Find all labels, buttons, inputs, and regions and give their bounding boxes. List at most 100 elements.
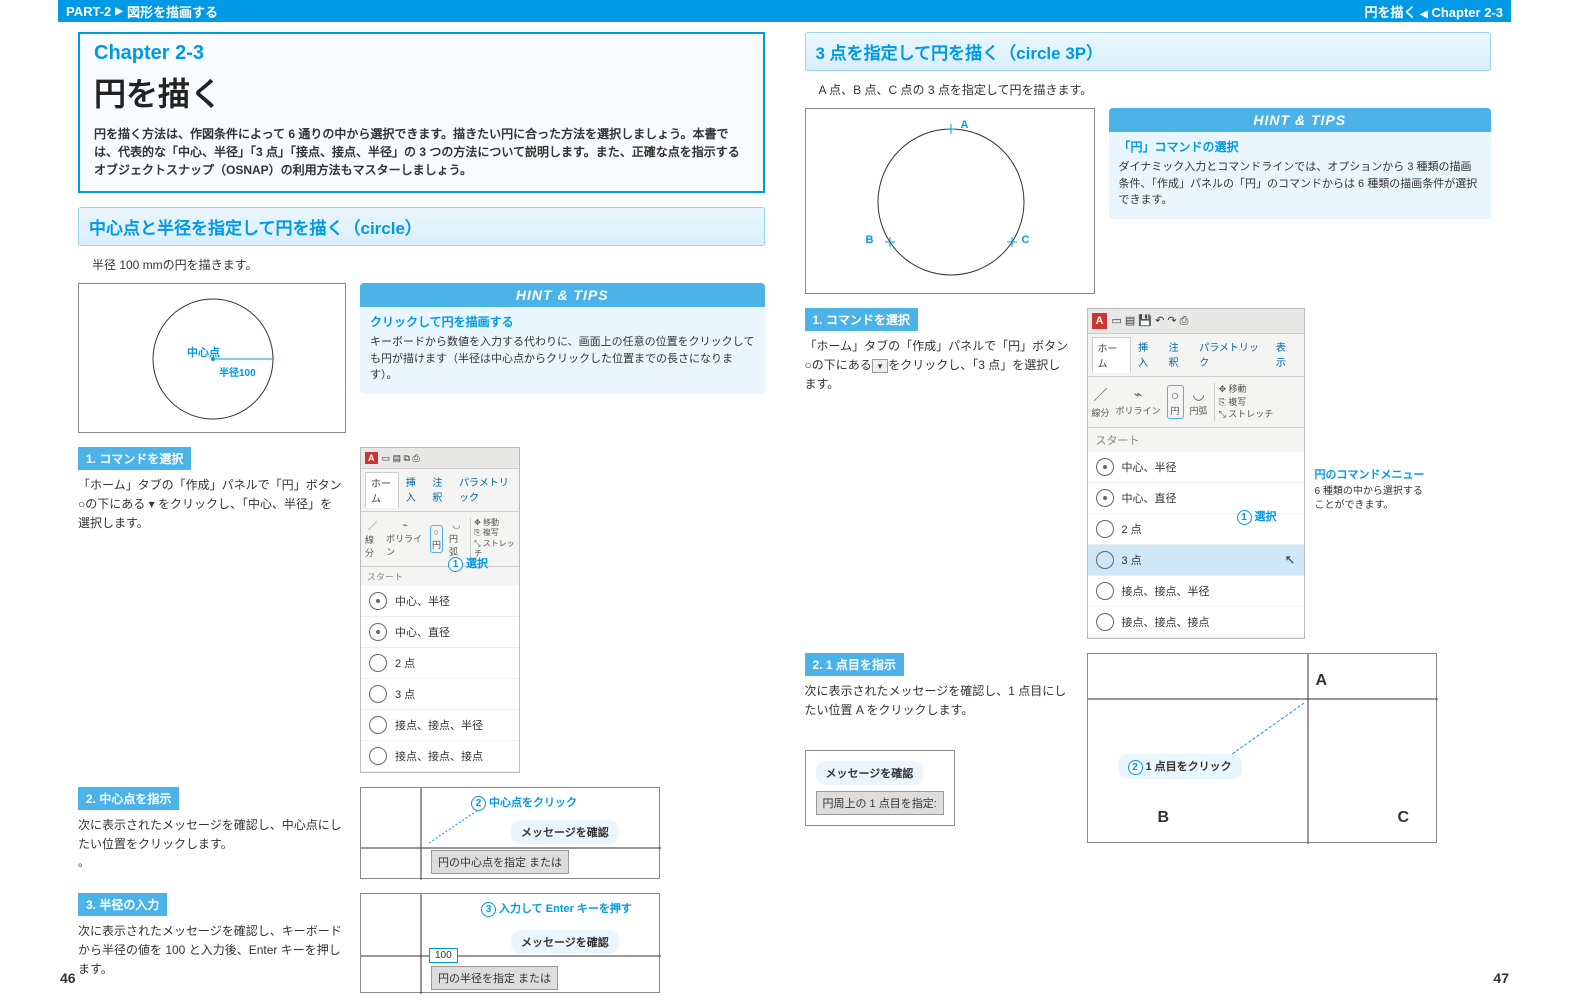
tab-home[interactable]: ホーム <box>1092 337 1132 373</box>
page-number-left: 46 <box>60 970 76 986</box>
msg-confirm-label: メッセージを確認 <box>816 761 924 785</box>
pt-c: C <box>1022 234 1030 246</box>
hint-box-1: HINT & TIPS クリックして円を描画する キーボードから数値を入力する代… <box>360 283 765 394</box>
menu-item-2point[interactable]: 2 点 <box>361 648 519 679</box>
header-subject: 円を描く <box>1365 5 1417 20</box>
page-number-right: 47 <box>1493 970 1509 986</box>
prompt-center: 円の中心点を指定 または <box>431 850 569 874</box>
section1-header: 中心点と半径を指定して円を描く（circle） <box>78 207 765 246</box>
tool-line[interactable]: 線分 <box>1092 406 1110 419</box>
menu-item-ttt[interactable]: 接点、接点、接点 <box>1088 607 1304 638</box>
triangle-left-icon: ◀ <box>1420 9 1428 20</box>
tab-insert[interactable]: 挿入 <box>1133 337 1162 373</box>
menu-item-ttr[interactable]: 接点、接点、半径 <box>1088 576 1304 607</box>
tab-home[interactable]: ホーム <box>365 472 399 508</box>
chapter-title: 円を描く <box>80 67 763 125</box>
hint-title: クリックして円を描画する <box>360 307 765 332</box>
chapter-desc: 円を描く方法は、作図条件によって 6 通りの中から選択できます。描きたい円に合っ… <box>80 125 763 191</box>
chapter-label: Chapter 2-3 <box>80 34 763 67</box>
app-icon: A <box>1092 313 1108 329</box>
step1-bar: 1. コマンドを選択 <box>78 447 191 470</box>
figure-3p-click: A B C 21 点目をクリック <box>1087 653 1437 843</box>
anno-msg-confirm-3: メッセージを確認 <box>511 930 619 954</box>
start-tab[interactable]: スタート <box>1088 428 1304 452</box>
part-title: 図形を描画する <box>127 2 218 21</box>
menu-item-center-radius[interactable]: 中心、半径 <box>1088 452 1304 483</box>
tab-insert[interactable]: 挿入 <box>401 472 426 508</box>
triangle-right-icon: ▶ <box>115 6 123 17</box>
tool-copy[interactable]: 複写 <box>483 528 499 537</box>
tool-move[interactable]: 移動 <box>1229 384 1247 394</box>
step1r-bar: 1. コマンドを選択 <box>805 308 918 331</box>
hint-header-2: HINT & TIPS <box>1109 108 1492 132</box>
tab-annotate[interactable]: 注釈 <box>427 472 452 508</box>
hint-header: HINT & TIPS <box>360 283 765 307</box>
anno-msg-confirm: メッセージを確認 <box>511 820 619 844</box>
step3-bar: 3. 半径の入力 <box>78 893 167 916</box>
menu-item-3point[interactable]: 3 点 <box>361 679 519 710</box>
anno-click-center: 2中心点をクリック <box>471 794 577 811</box>
step2-bar: 2. 中心点を指示 <box>78 787 179 810</box>
input-value-100[interactable]: 100 <box>429 948 458 963</box>
figure-label-center: 中心点 <box>187 344 220 360</box>
step2r-body: 次に表示されたメッセージを確認し、1 点目にしたい位置 A をクリックします。 <box>805 682 1073 720</box>
step1r-body: 「ホーム」タブの「作成」パネルで「円」ボタン○の下にある▾をクリックし、「3 点… <box>805 337 1073 395</box>
tool-polyline[interactable]: ポリライン <box>386 532 424 558</box>
tool-polyline[interactable]: ポリライン <box>1116 404 1161 417</box>
anno-select-1: 1選択 <box>448 555 488 572</box>
start-tab[interactable]: スタート <box>361 567 519 586</box>
left-page: Chapter 2-3 円を描く 円を描く方法は、作図条件によって 6 通りの中… <box>58 32 785 1007</box>
hint-body: キーボードから数値を入力する代わりに、画面上の任意の位置をクリックしても円が描け… <box>360 332 765 394</box>
fig-pt-b: B <box>1158 809 1170 827</box>
prompt-radius: 円の半径を指定 または <box>431 966 558 990</box>
tab-param[interactable]: パラメトリック <box>1194 337 1269 373</box>
menu-item-ttr[interactable]: 接点、接点、半径 <box>361 710 519 741</box>
anno-click-first: 21 点目をクリック <box>1118 754 1242 779</box>
step1-body: 「ホーム」タブの「作成」パネルで「円」ボタン○の下にある ▾ をクリックし、「中… <box>78 476 346 534</box>
side-anno-title: 円のコマンドメニュー <box>1315 468 1425 483</box>
page-header: PART-2 ▶ 図形を描画する 円を描く ◀ Chapter 2-3 <box>58 0 1511 22</box>
cursor-icon: ↖ <box>1285 552 1296 568</box>
hint-title-2: 「円」コマンドの選択 <box>1109 132 1492 157</box>
tool-circle[interactable]: 円 <box>1171 404 1180 417</box>
part-number: PART-2 <box>66 4 111 19</box>
msg-prompt-box: メッセージを確認 円周上の 1 点目を指定: <box>805 750 955 826</box>
chapter-intro-box: Chapter 2-3 円を描く 円を描く方法は、作図条件によって 6 通りの中… <box>78 32 765 193</box>
menu-item-ttt[interactable]: 接点、接点、接点 <box>361 741 519 772</box>
ribbon-mock-small: A▭ ▤ ⧉ ⎙ ホーム挿入注釈パラメトリック ／線分 ⌁ポリライン ○円 ◡円… <box>360 447 520 773</box>
menu-item-center-diameter[interactable]: 中心、直径 <box>361 617 519 648</box>
side-annotation: 円のコマンドメニュー 6 種類の中から選択することができます。 <box>1315 468 1425 639</box>
step2r-bar: 2. 1 点目を指示 <box>805 653 904 676</box>
ribbon-mock-big: A▭ ▤ 💾 ↶ ↷ ⎙ ホーム挿入注釈パラメトリック表示 ／線分 ⌁ポリライン… <box>1087 308 1305 639</box>
pt-b: B <box>866 234 874 246</box>
figure-circle-center-radius: 中心点 半径100 <box>78 283 346 433</box>
side-anno-body: 6 種類の中から選択することができます。 <box>1315 485 1425 513</box>
tab-annotate[interactable]: 注釈 <box>1164 337 1193 373</box>
section2-header: 3 点を指定して円を描く（circle 3P） <box>805 32 1492 71</box>
dropdown-button[interactable]: ▾ <box>872 359 889 373</box>
tab-view[interactable]: 表示 <box>1271 337 1300 373</box>
header-chapter: Chapter 2-3 <box>1431 5 1503 20</box>
tool-arc[interactable]: 円弧 <box>1190 404 1208 417</box>
right-page: 3 点を指定して円を描く（circle 3P） A 点、B 点、C 点の 3 点… <box>785 32 1512 1007</box>
pt-a: A <box>961 119 969 131</box>
fig-pt-a: A <box>1316 672 1328 690</box>
menu-item-3point[interactable]: 3 点↖ <box>1088 545 1304 576</box>
section1-lead: 半径 100 mmの円を描きます。 <box>78 256 765 273</box>
menu-item-center-radius[interactable]: 中心、半径 <box>361 586 519 617</box>
prompt-3p: 円周上の 1 点目を指定: <box>816 791 944 815</box>
tool-copy[interactable]: 複写 <box>1228 397 1246 407</box>
section2-lead: A 点、B 点、C 点の 3 点を指定して円を描きます。 <box>805 81 1492 98</box>
tool-arc[interactable]: 円弧 <box>449 532 464 558</box>
tool-circle[interactable]: 円 <box>432 538 441 551</box>
tool-move[interactable]: 移動 <box>483 518 499 527</box>
tab-param[interactable]: パラメトリック <box>454 472 515 508</box>
tool-line[interactable]: 線分 <box>365 533 380 559</box>
tool-stretch[interactable]: ストレッチ <box>1228 409 1273 419</box>
fig-pt-c: C <box>1398 809 1410 827</box>
figure-label-radius: 半径100 <box>219 364 256 379</box>
hint-box-2: HINT & TIPS 「円」コマンドの選択 ダイナミック入力とコマンドラインで… <box>1109 108 1492 219</box>
anno-input-enter: 3入力して Enter キーを押す <box>481 900 632 917</box>
figure-step3: 3入力して Enter キーを押す メッセージを確認 100 円の半径を指定 ま… <box>360 893 660 993</box>
figure-step2: 2中心点をクリック メッセージを確認 円の中心点を指定 または <box>360 787 660 879</box>
